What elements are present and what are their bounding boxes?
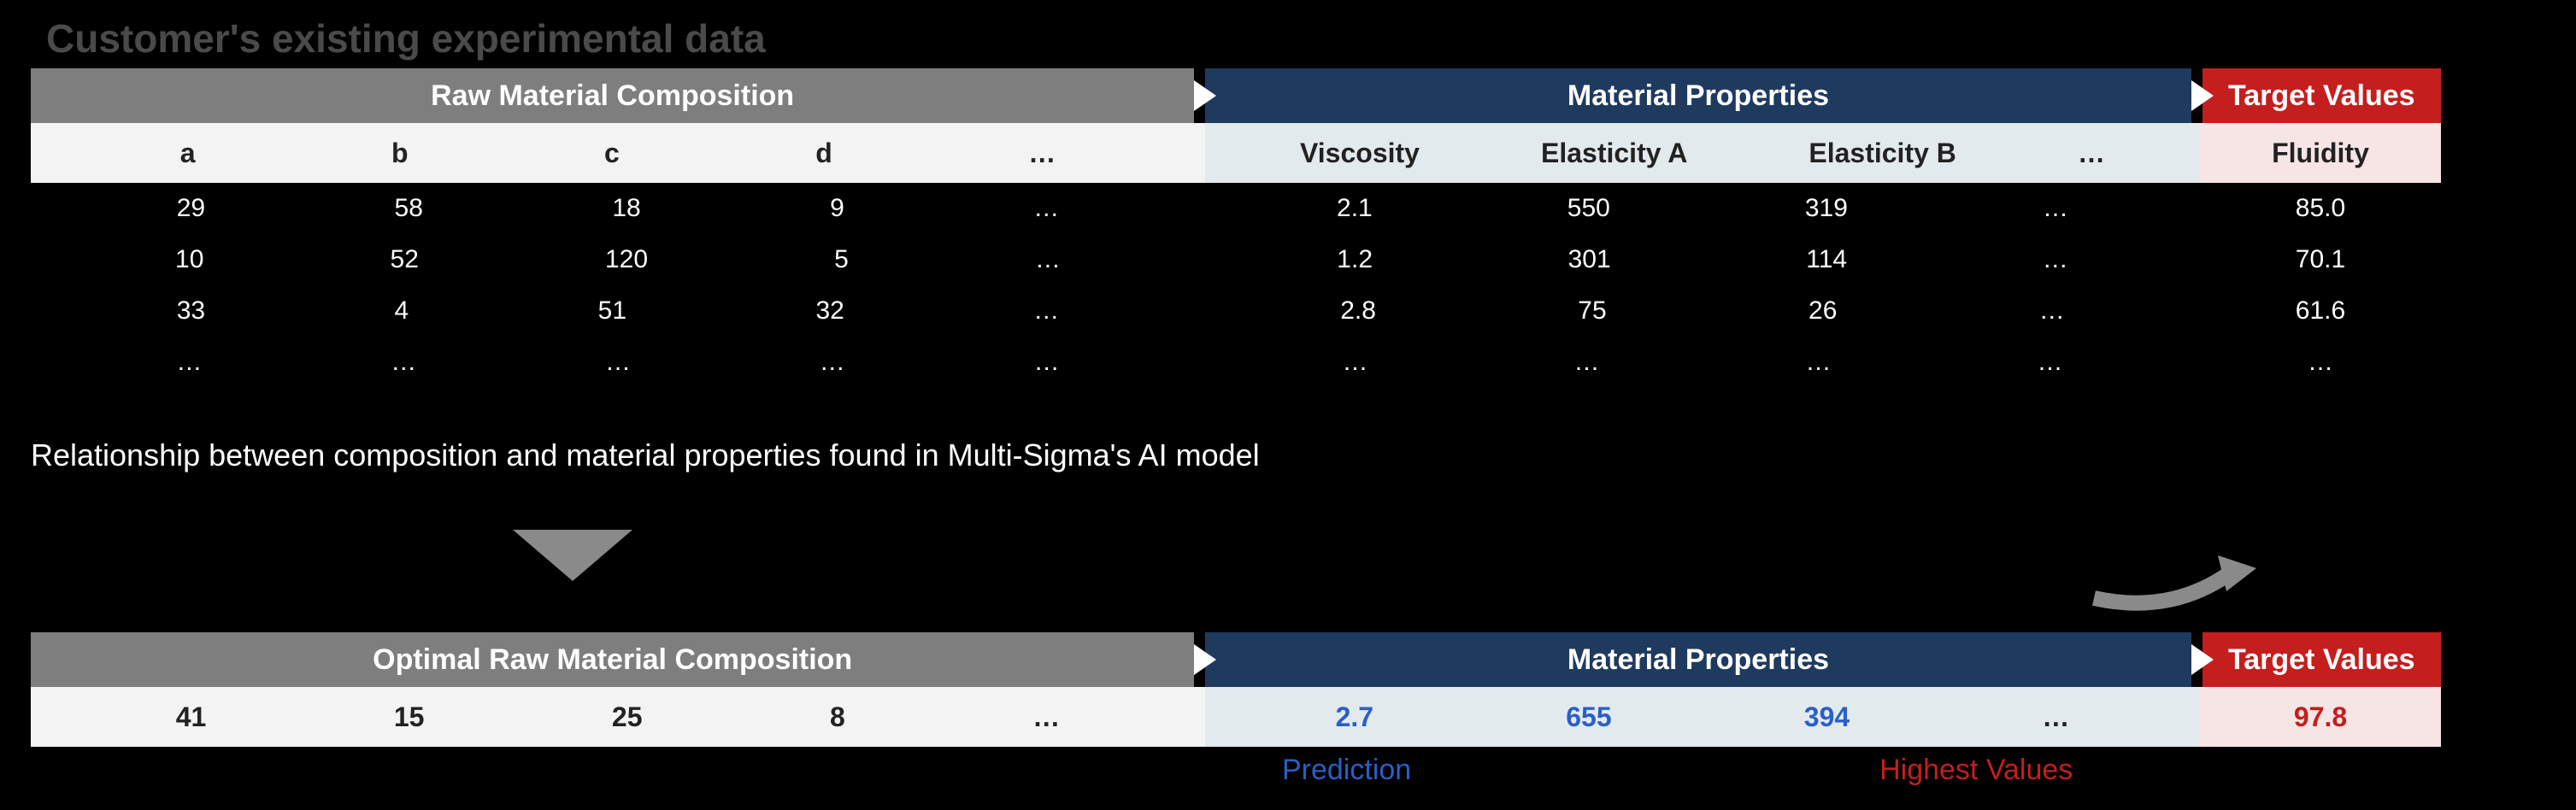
cell: 32 [815,296,844,326]
cell: … [820,348,845,377]
data-target: 61.6 [2200,285,2441,337]
arrow-right-icon [2191,80,2214,111]
subheader-raw: a b c d … [31,123,1205,183]
data-target: 70.1 [2200,234,2441,285]
data-target: 85.0 [2200,183,2441,234]
subheader-row: a b c d … Viscosity Elasticity A Elastic… [31,123,2441,183]
data-props: 2.1 550 319 … [1205,183,2200,234]
cell: … [1033,296,1059,326]
data-row: 33 4 51 32 … 2.8 75 26 … 61.6 [31,285,2441,337]
header-target-values: Target Values [2203,68,2441,123]
cell: 114 [1806,245,1847,274]
cell: 9 [830,194,844,223]
cell: 2.1 [1337,194,1373,223]
col-more: … [1028,138,1056,169]
cell: 2.8 [1340,296,1376,326]
cell: … [2043,245,2068,274]
data-raw: 33 4 51 32 … [31,285,1205,337]
cell: 25 [612,701,643,733]
cell-prediction: 655 [1566,701,1611,733]
data-row: 29 58 18 9 … 2.1 550 319 … 85.0 [31,183,2441,234]
cell: 10 [175,245,203,274]
cell: … [605,348,631,377]
header-raw-materials: Raw Material Composition [31,68,1194,123]
cell: 51 [598,296,626,326]
bottom-annotation: Prediction Highest Values [1282,754,2073,787]
annot-highest: Highest Values [1879,754,2073,786]
bottom-header-row: Optimal Raw Material Composition Materia… [31,632,2441,687]
cell: … [1035,245,1061,274]
cell: … [1034,348,1060,377]
cell: … [2043,194,2068,223]
cell-highest: 97.8 [2294,701,2347,733]
subheader-target: Fluidity [2200,123,2441,183]
cell: … [2038,348,2063,377]
cell-prediction: 394 [1804,701,1850,733]
cell: 52 [391,245,419,274]
data-row: 10 52 120 5 … 1.2 301 114 … 70.1 [31,234,2441,285]
col-d: d [815,138,832,169]
bottom-target: 97.8 [2200,687,2441,747]
cell: 15 [394,701,425,733]
col-b: b [391,138,409,169]
annot-prediction: Prediction [1282,754,1411,786]
arrow-down-icon [513,530,632,581]
data-raw: 29 58 18 9 … [31,183,1205,234]
cell-prediction: 2.7 [1336,701,1373,733]
subheader-props: Viscosity Elasticity A Elasticity B … [1205,123,2200,183]
cell: 26 [1808,296,1837,326]
data-row: … … … … … … … … … … [31,337,2441,388]
arrow-right-icon [1194,80,1216,111]
data-props: … … … … [1205,337,2200,388]
arrow-right-icon [2191,644,2214,675]
col-a: a [180,138,196,169]
cell: 319 [1805,194,1848,223]
cell: 120 [605,245,648,274]
data-raw: … … … … … [31,337,1205,388]
cell: 41 [176,701,207,733]
cell: … [1574,348,1600,377]
cell: 58 [395,194,423,223]
cell: … [2039,296,2065,326]
bottom-props: 2.7 655 394 … [1205,687,2200,747]
data-target: … [2200,337,2441,388]
data-raw: 10 52 120 5 … [31,234,1205,285]
cell: 33 [177,296,205,326]
cell: … [391,348,416,377]
cell: 5 [834,245,849,274]
cell: … [1033,194,1059,223]
page-title: Customer's existing experimental data [46,15,766,62]
cell: 4 [395,296,409,326]
arrow-right-icon [1194,644,1216,675]
cell: 75 [1578,296,1606,326]
col-elasticity-a: Elasticity A [1541,138,1687,169]
cell: … [1343,348,1368,377]
bottom-data-row: 41 15 25 8 … 2.7 655 394 … 97.8 [31,687,2441,747]
cell: … [176,348,202,377]
curve-arrow-icon [2077,538,2265,624]
data-props: 1.2 301 114 … [1205,234,2200,285]
header-material-properties: Material Properties [1205,68,2191,123]
col-elasticity-b: Elasticity B [1808,138,1956,169]
cell: 29 [177,194,205,223]
bottom-header-target: Target Values [2203,632,2441,687]
col-c: c [604,138,620,169]
cell: 1.2 [1337,245,1373,274]
cell: 301 [1568,245,1611,274]
cell: … [1806,348,1832,377]
cell: 550 [1567,194,1610,223]
cell: … [1032,701,1060,733]
cell: 8 [830,701,845,733]
col-viscosity: Viscosity [1300,138,1420,169]
bottom-raw: 41 15 25 8 … [31,687,1205,747]
cell: … [2042,701,2069,733]
cell: 18 [612,194,640,223]
data-props: 2.8 75 26 … [1205,285,2200,337]
explanation-text: Relationship between composition and mat… [31,432,2441,478]
bottom-header-props: Material Properties [1205,632,2191,687]
bottom-header-raw: Optimal Raw Material Composition [31,632,1194,687]
col-more: … [2078,138,2105,169]
header-row: Raw Material Composition Material Proper… [31,68,2441,123]
